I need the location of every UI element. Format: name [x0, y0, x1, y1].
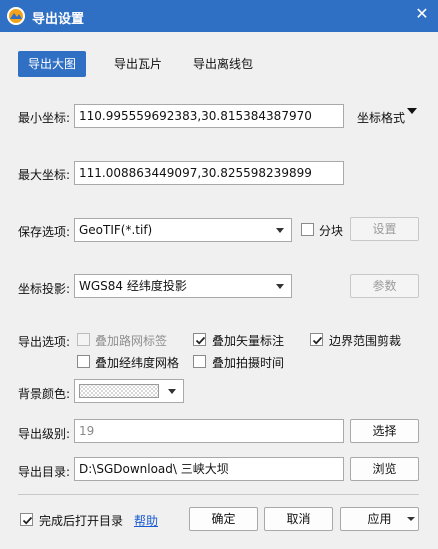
save-format-select[interactable]: GeoTIF(*.tif) — [74, 218, 292, 242]
projection-label: 坐标投影: — [18, 282, 71, 296]
check-icon — [22, 516, 33, 525]
vector-label-text: 叠加矢量标注 — [212, 334, 285, 348]
chevron-down-icon — [407, 517, 415, 521]
caret-down-icon[interactable] — [407, 107, 417, 115]
max-coord-label: 最大坐标: — [18, 168, 71, 182]
open-after-label: 完成后打开目录 — [39, 514, 124, 528]
footer-divider — [18, 494, 419, 495]
chevron-down-icon — [168, 389, 176, 394]
projection-value: WGS84 经纬度投影 — [79, 279, 187, 293]
export-level-label: 导出级别: — [18, 427, 71, 441]
app-logo-icon — [7, 7, 25, 25]
road-label-checkbox[interactable] — [77, 333, 90, 346]
min-coord-input[interactable]: 110.995559692383,30.815384387970 — [74, 104, 344, 128]
background-color-select[interactable] — [74, 379, 184, 403]
tile-checkbox[interactable] — [301, 223, 314, 236]
help-link[interactable]: 帮助 — [134, 512, 158, 529]
window-title: 导出设置 — [32, 12, 85, 27]
save-format-value: GeoTIF(*.tif) — [79, 223, 153, 237]
cancel-button[interactable]: 取消 — [264, 507, 333, 531]
apply-button[interactable]: 应用 — [340, 507, 419, 531]
boundary-clip-checkbox[interactable] — [310, 333, 323, 346]
export-directory-label: 导出目录: — [18, 465, 71, 479]
projection-select[interactable]: WGS84 经纬度投影 — [74, 274, 292, 298]
max-coord-input[interactable]: 111.008863449097,30.825598239899 — [74, 161, 344, 185]
background-color-label: 背景颜色: — [18, 387, 71, 401]
tab-export-image[interactable]: 导出大图 — [18, 51, 87, 77]
chevron-down-icon — [276, 228, 284, 233]
coord-format-button[interactable]: 坐标格式 — [357, 109, 405, 126]
export-level-input[interactable]: 19 — [74, 419, 344, 443]
color-swatch — [79, 384, 159, 398]
capture-time-text: 叠加拍摄时间 — [212, 356, 285, 370]
capture-time-checkbox[interactable] — [193, 355, 206, 368]
browse-button[interactable]: 浏览 — [350, 457, 419, 481]
params-button[interactable]: 参数 — [350, 274, 419, 298]
export-options-label: 导出选项: — [18, 335, 71, 349]
tile-label: 分块 — [319, 224, 344, 238]
tab-export-tiles[interactable]: 导出瓦片 — [104, 51, 172, 77]
min-coord-label: 最小坐标: — [18, 111, 71, 125]
apply-label: 应用 — [367, 512, 392, 526]
tab-export-offline-package[interactable]: 导出离线包 — [183, 51, 263, 77]
ok-button[interactable]: 确定 — [189, 507, 258, 531]
boundary-clip-text: 边界范围剪裁 — [329, 334, 402, 348]
vector-label-checkbox[interactable] — [193, 333, 206, 346]
settings-button[interactable]: 设置 — [350, 217, 419, 241]
check-icon — [312, 336, 323, 345]
save-option-label: 保存选项: — [18, 225, 71, 239]
close-icon[interactable]: ✕ — [414, 6, 430, 22]
latlon-grid-checkbox[interactable] — [77, 355, 90, 368]
road-label-text: 叠加路网标签 — [95, 334, 168, 348]
open-after-checkbox[interactable] — [20, 513, 33, 526]
select-level-button[interactable]: 选择 — [350, 419, 419, 443]
chevron-down-icon — [276, 284, 284, 289]
latlon-grid-text: 叠加经纬度网格 — [95, 356, 180, 370]
export-directory-input[interactable]: D:\SGDownload\ 三峡大坝 — [74, 457, 344, 481]
check-icon — [195, 336, 206, 345]
